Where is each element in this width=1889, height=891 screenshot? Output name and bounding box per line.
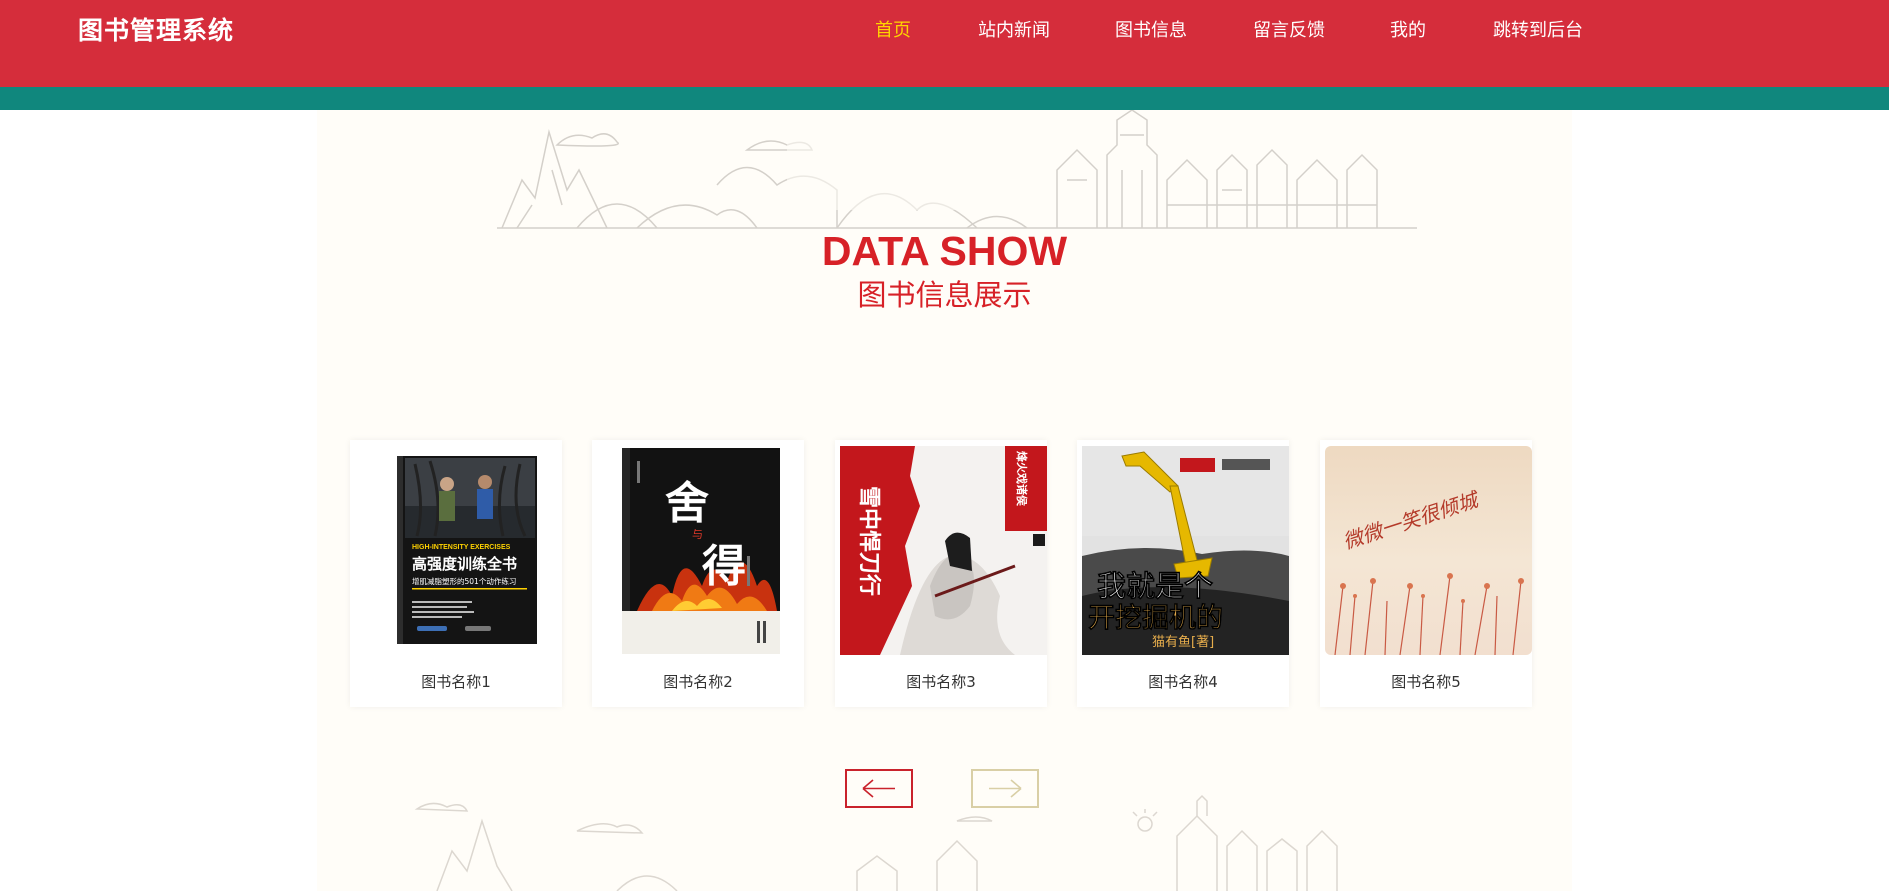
book-cover-author: 烽火戏诸侯 (1015, 451, 1029, 507)
book-cover-subtitle: 增肌减脂塑形的501个动作练习 (412, 576, 516, 586)
book-name[interactable]: 图书名称5 (1320, 672, 1532, 692)
arrow-right-icon (989, 779, 1022, 798)
book-cover: HIGH-INTENSITY EXERCISES 高强度训练全书 增肌减脂塑形的… (355, 446, 562, 655)
book-name[interactable]: 图书名称3 (835, 672, 1047, 692)
book-cover: 舍 与 得 (597, 446, 804, 655)
arrow-left-icon (862, 779, 895, 798)
book-cover: 雪中悍刀行 烽火戏诸侯 (840, 446, 1047, 655)
header-accent-bar (0, 87, 1889, 110)
book-name[interactable]: 图书名称4 (1077, 672, 1289, 692)
nav-books[interactable]: 图书信息 (1115, 18, 1187, 44)
main-nav: 首页 站内新闻 图书信息 留言反馈 我的 跳转到后台 (0, 18, 1889, 44)
book-card[interactable]: 我就是个 开挖掘机的 猫有鱼[著] 图书名称4 (1077, 440, 1289, 707)
book-cover-english: HIGH-INTENSITY EXERCISES (412, 544, 511, 551)
nav-admin[interactable]: 跳转到后台 (1493, 18, 1583, 44)
section-title-en: DATA SHOW (821, 228, 1068, 274)
carousel-next-button[interactable] (971, 769, 1039, 808)
book-name[interactable]: 图书名称1 (350, 672, 562, 692)
bottom-scenery-illustration (414, 794, 1338, 891)
book-card[interactable]: 微微一笑很倾城 图书名称5 (1320, 440, 1532, 707)
carousel-prev-button[interactable] (845, 769, 913, 808)
top-header: 图书管理系统 首页 站内新闻 图书信息 留言反馈 我的 跳转到后台 (0, 0, 1889, 87)
nav-feedback[interactable]: 留言反馈 (1253, 18, 1325, 44)
book-name[interactable]: 图书名称2 (592, 672, 804, 692)
nav-mine[interactable]: 我的 (1390, 18, 1426, 44)
book-cover-title-a: 舍 (665, 478, 709, 529)
book-cover-title: 雪中悍刀行 (856, 486, 882, 596)
book-cover: 我就是个 开挖掘机的 猫有鱼[著] (1082, 446, 1289, 655)
book-card[interactable]: 舍 与 得 图书名称2 (592, 440, 804, 707)
book-cover-title-line2: 开挖掘机的 (1088, 602, 1223, 634)
top-scenery-illustration (497, 110, 1417, 229)
book-cover-title-b: 与 (692, 528, 703, 541)
book-card[interactable]: HIGH-INTENSITY EXERCISES 高强度训练全书 增肌减脂塑形的… (350, 440, 562, 707)
book-cover-title: 高强度训练全书 (412, 555, 517, 573)
nav-home[interactable]: 首页 (875, 18, 911, 44)
section-title-cn: 图书信息展示 (857, 278, 1032, 312)
book-cover-title-c: 得 (701, 541, 746, 592)
book-cover-author: 猫有鱼[著] (1152, 634, 1214, 650)
nav-news[interactable]: 站内新闻 (978, 18, 1050, 44)
book-cover-title-line1: 我就是个 (1097, 569, 1214, 603)
book-card[interactable]: 雪中悍刀行 烽火戏诸侯 图书名称3 (835, 440, 1047, 707)
book-cover: 微微一笑很倾城 (1325, 446, 1532, 655)
